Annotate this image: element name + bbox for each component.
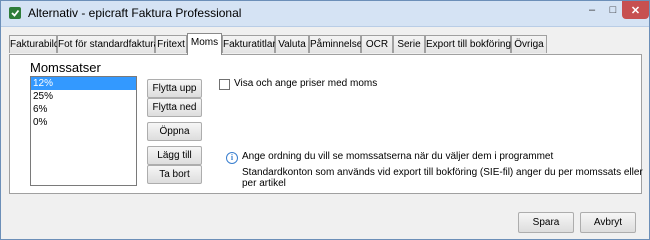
tab-export-till-bokforing[interactable]: Export till bokföring [425,35,511,53]
tab-fot-for-standardfaktura[interactable]: Fot för standardfaktura [57,35,159,53]
info-icon: i [226,152,238,164]
list-item[interactable]: 25% [31,90,136,103]
move-up-button[interactable]: Flytta upp [147,79,202,98]
vat-rates-heading: Momssatser [30,60,101,75]
list-item[interactable]: 6% [31,103,136,116]
move-down-button[interactable]: Flytta ned [147,98,202,117]
show-prices-with-vat-label[interactable]: Visa och ange priser med moms [234,78,377,89]
remove-button[interactable]: Ta bort [147,165,202,184]
vat-rates-listbox[interactable]: 12% 25% 6% 0% [30,76,137,186]
save-button[interactable]: Spara [518,212,574,233]
close-icon: ✕ [630,4,641,17]
list-item[interactable]: 12% [31,77,136,90]
tab-moms[interactable]: Moms [187,33,222,55]
maximize-icon: □ [609,4,617,16]
maximize-button[interactable]: □ [603,1,623,19]
minimize-icon: – [588,4,596,16]
tab-serie[interactable]: Serie [393,35,425,53]
show-prices-with-vat-checkbox[interactable] [219,79,230,90]
tab-paminnelser[interactable]: Påminnelser [309,35,366,53]
app-icon [9,7,21,19]
tab-valuta[interactable]: Valuta [275,35,309,53]
title-bar[interactable]: Alternativ - epicraft Faktura Profession… [1,1,649,27]
options-window: Alternativ - epicraft Faktura Profession… [0,0,650,240]
open-button[interactable]: Öppna [147,122,202,141]
info-text-sie-accounts: Standardkonton som används vid export ti… [242,167,643,189]
tab-fakturabild[interactable]: Fakturabild [9,35,59,53]
close-button[interactable]: ✕ [622,1,649,19]
info-text-ordering: Ange ordning du vill se momssatserna när… [242,151,554,162]
list-item[interactable]: 0% [31,116,136,129]
tab-fakturatitlar[interactable]: Fakturatitlar [222,35,276,53]
tab-fritext[interactable]: Fritext [155,35,187,53]
cancel-button[interactable]: Avbryt [580,212,636,233]
tab-ocr[interactable]: OCR [361,35,393,53]
tab-ovriga[interactable]: Övriga [511,35,547,53]
minimize-button[interactable]: – [581,1,603,19]
add-button[interactable]: Lägg till [147,146,202,165]
window-title: Alternativ - epicraft Faktura Profession… [28,6,242,20]
